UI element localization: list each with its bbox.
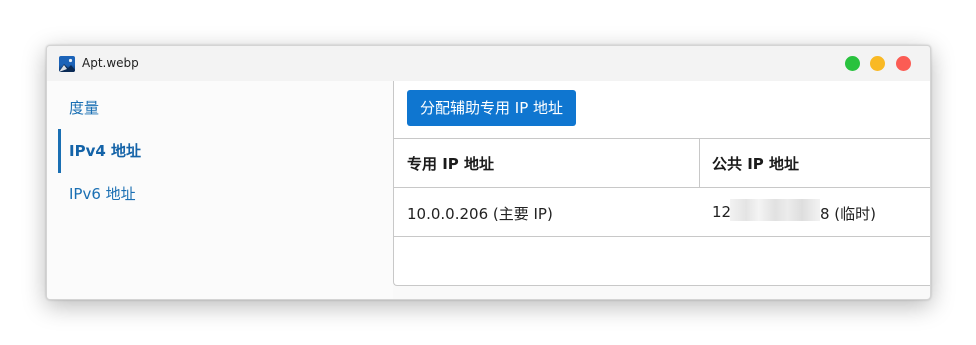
window-title: Apt.webp <box>82 56 139 70</box>
image-file-icon <box>59 56 75 72</box>
assign-secondary-ip-button[interactable]: 分配辅助专用 IP 地址 <box>407 90 577 126</box>
table-top-border <box>394 138 930 139</box>
sidebar: 度量 IPv4 地址 IPv6 地址 <box>47 81 393 299</box>
column-divider[interactable] <box>699 139 700 188</box>
row-bottom-border <box>394 236 930 237</box>
public-ip-suffix: 8 (临时) <box>820 205 877 223</box>
title-bar: Apt.webp <box>47 46 930 81</box>
header-bottom-border <box>394 187 930 188</box>
close-button[interactable] <box>896 56 911 71</box>
public-ip-prefix: 12 <box>712 203 732 221</box>
active-item-indicator <box>58 129 61 173</box>
main-panel: 分配辅助专用 IP 地址 专用 IP 地址 公共 IP 地址 10.0.0.20… <box>393 81 930 286</box>
redacted-area <box>730 199 820 221</box>
app-window: Apt.webp 度量 IPv4 地址 IPv6 地址 分配辅助专用 IP 地址… <box>46 45 931 300</box>
column-header-private-ip[interactable]: 专用 IP 地址 <box>407 153 494 174</box>
sidebar-item-ipv4[interactable]: IPv4 地址 <box>69 140 141 161</box>
sidebar-item-metrics[interactable]: 度量 <box>69 97 99 118</box>
sidebar-item-ipv6[interactable]: IPv6 地址 <box>69 183 136 204</box>
minimize-button[interactable] <box>870 56 885 71</box>
maximize-button[interactable] <box>845 56 860 71</box>
private-ip-cell: 10.0.0.206 (主要 IP) <box>407 205 553 223</box>
column-header-public-ip[interactable]: 公共 IP 地址 <box>712 153 799 174</box>
